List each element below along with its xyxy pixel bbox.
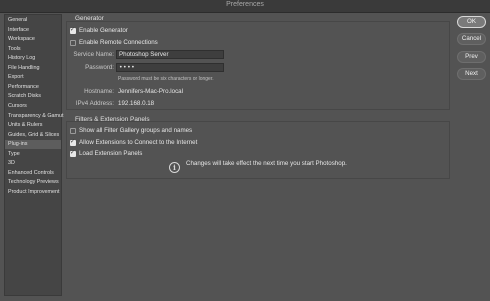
sidebar-item-tools[interactable]: Tools [5,45,61,54]
sidebar-item-product-improvement[interactable]: Product Improvement [5,188,61,197]
sidebar-item-performance[interactable]: Performance [5,83,61,92]
sidebar-item-units-rulers[interactable]: Units & Rulers [5,121,61,130]
sidebar-item-general[interactable]: General [5,16,61,25]
filters-extension-panel-title: Filters & Extension Panels [75,116,150,123]
ipv4-address-value: 192.168.0.18 [118,100,155,107]
enable-remote-connections-checkbox[interactable] [70,40,76,46]
restart-note: Changes will take effect the next time y… [186,160,347,167]
ok-button[interactable]: OK [457,16,486,28]
load-extension-panels-label: Load Extension Panels [79,150,143,157]
hostname-label: Hostname: [84,88,114,95]
sidebar-item-plug-ins[interactable]: Plug-ins [5,140,61,149]
allow-extensions-internet-checkbox[interactable] [70,138,76,146]
allow-extensions-internet-label: Allow Extensions to Connect to the Inter… [79,139,198,146]
show-all-filter-gallery-checkbox[interactable] [70,128,76,134]
sidebar-item-scratch-disks[interactable]: Scratch Disks [5,92,61,101]
sidebar-item-type[interactable]: Type [5,150,61,159]
password-hint: Password must be six characters or longe… [118,76,214,82]
load-extension-panels-checkbox[interactable] [70,149,76,157]
sidebar-item-technology-previews[interactable]: Technology Previews [5,178,61,187]
ipv4-address-label: IPv4 Address: [75,100,114,107]
sidebar-item-workspace[interactable]: Workspace [5,35,61,44]
password-label: Password: [85,64,114,71]
enable-generator-label: Enable Generator [79,27,128,34]
title-bar: Preferences [0,0,490,13]
hostname-value: Jennifers-Mac-Pro.local [118,88,183,95]
enable-generator-checkbox[interactable] [70,26,76,34]
cancel-button[interactable]: Cancel [457,33,486,45]
generator-panel-title: Generator [75,15,104,22]
sidebar-item-history-log[interactable]: History Log [5,54,61,63]
service-name-field[interactable]: Photoshop Server [116,50,224,59]
sidebar-item-3d[interactable]: 3D [5,159,61,168]
next-button[interactable]: Next [457,68,486,80]
info-icon: i [169,162,180,173]
sidebar-item-transparency-gamut[interactable]: Transparency & Gamut [5,112,64,121]
sidebar-item-guides-grid-slices[interactable]: Guides, Grid & Slices [5,131,61,140]
preferences-sidebar: General Interface Workspace Tools Histor… [4,14,64,296]
service-name-label: Service Name: [73,51,114,58]
prev-button[interactable]: Prev [457,51,486,63]
sidebar-item-interface[interactable]: Interface [5,26,61,35]
sidebar-item-file-handling[interactable]: File Handling [5,64,61,73]
sidebar-item-enhanced-controls[interactable]: Enhanced Controls [5,169,61,178]
enable-remote-connections-label: Enable Remote Connections [79,39,158,46]
password-field[interactable]: •••• [116,63,224,72]
sidebar-item-export[interactable]: Export [5,73,61,82]
window-title: Preferences [226,1,264,8]
sidebar-item-cursors[interactable]: Cursors [5,102,61,111]
show-all-filter-gallery-label: Show all Filter Gallery groups and names [79,127,193,134]
